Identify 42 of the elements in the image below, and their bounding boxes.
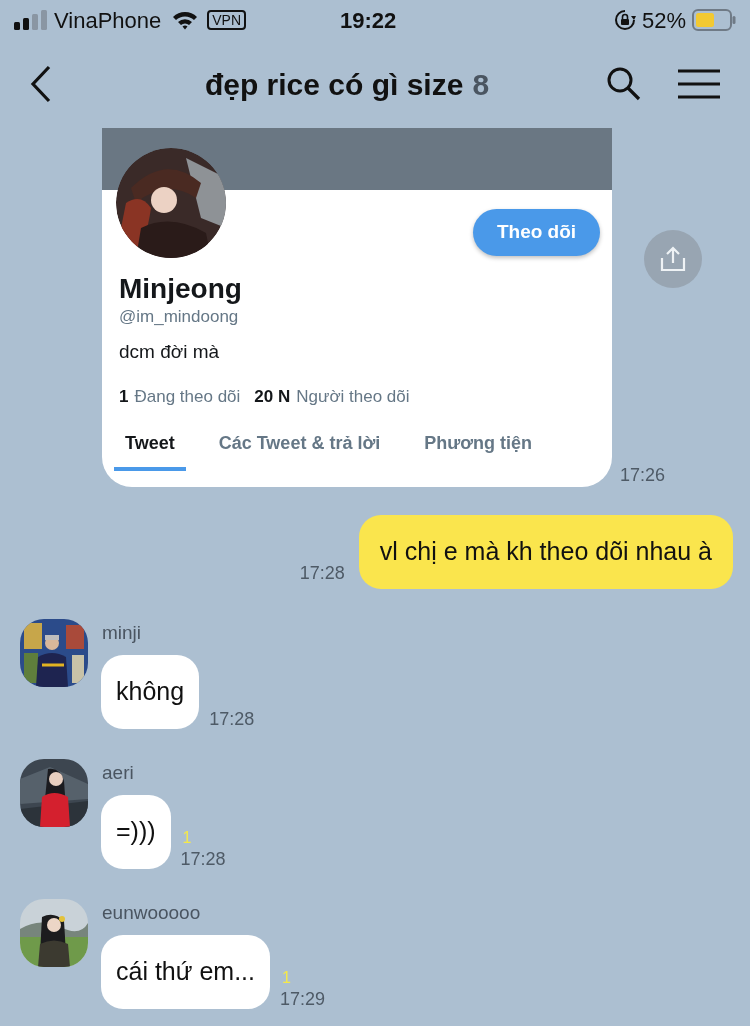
- chat-title: đẹp rice có gì size: [204, 66, 464, 103]
- menu-icon: [678, 68, 720, 100]
- unread-count: 1: [282, 969, 292, 987]
- profile-card[interactable]: Theo dõi Minjeong @im_mindoong dcm đời mà 1 Đang theo dõi 20 N Người theo dõi Tweet Các Tweet & trả lời Phương tiện: [102, 128, 612, 487]
- profile-tab[interactable]: Tweet: [114, 425, 186, 471]
- profile-tab[interactable]: Phương tiện: [413, 425, 544, 471]
- message-bubble: =))): [101, 795, 171, 869]
- menu-button[interactable]: [678, 68, 720, 100]
- unread-count: 1: [182, 829, 193, 847]
- follow-button[interactable]: Theo dõi: [473, 209, 600, 256]
- message-time: 17:29: [280, 988, 326, 1011]
- sender-name: aeri: [102, 761, 135, 785]
- back-chevron-icon: [30, 65, 52, 103]
- wifi-icon: [171, 10, 200, 30]
- search-button[interactable]: [606, 66, 642, 102]
- message-bubble: không: [101, 655, 200, 729]
- profile-handle: @im_mindoong: [119, 306, 240, 328]
- sender-name: eunwooooo: [102, 901, 202, 925]
- sender-name: minji: [102, 621, 143, 645]
- profile-name: Minjeong: [119, 272, 243, 306]
- vpn-badge: VPN: [207, 10, 247, 30]
- stat-count: 1: [119, 386, 129, 408]
- stat-label: Người theo dõi: [296, 386, 410, 408]
- clock-time: 19:22: [340, 6, 397, 35]
- battery-percent: 52%: [641, 6, 686, 35]
- message-time: 17:28: [209, 708, 255, 731]
- share-icon: [660, 246, 686, 272]
- message-bubble: cái thứ em...: [101, 935, 270, 1009]
- message-bubble: vl chị e mà kh theo dõi nhau à: [358, 515, 733, 589]
- message-time: 17:28: [180, 848, 226, 871]
- member-count: 8: [472, 66, 490, 103]
- message-time: 17:26: [620, 464, 667, 487]
- profile-bio: dcm đời mà: [119, 340, 221, 364]
- stat-count: 20 N: [254, 386, 291, 408]
- signal-icon: [14, 10, 48, 30]
- message-time: 17:28: [299, 562, 345, 585]
- battery-icon: [692, 9, 736, 31]
- rotation-lock-icon: [613, 9, 636, 31]
- search-icon: [606, 66, 642, 102]
- carrier-name: VinaPhone: [54, 6, 162, 35]
- profile-tab[interactable]: Các Tweet & trả lời: [207, 425, 392, 471]
- stat-label: Đang theo dõi: [134, 386, 241, 408]
